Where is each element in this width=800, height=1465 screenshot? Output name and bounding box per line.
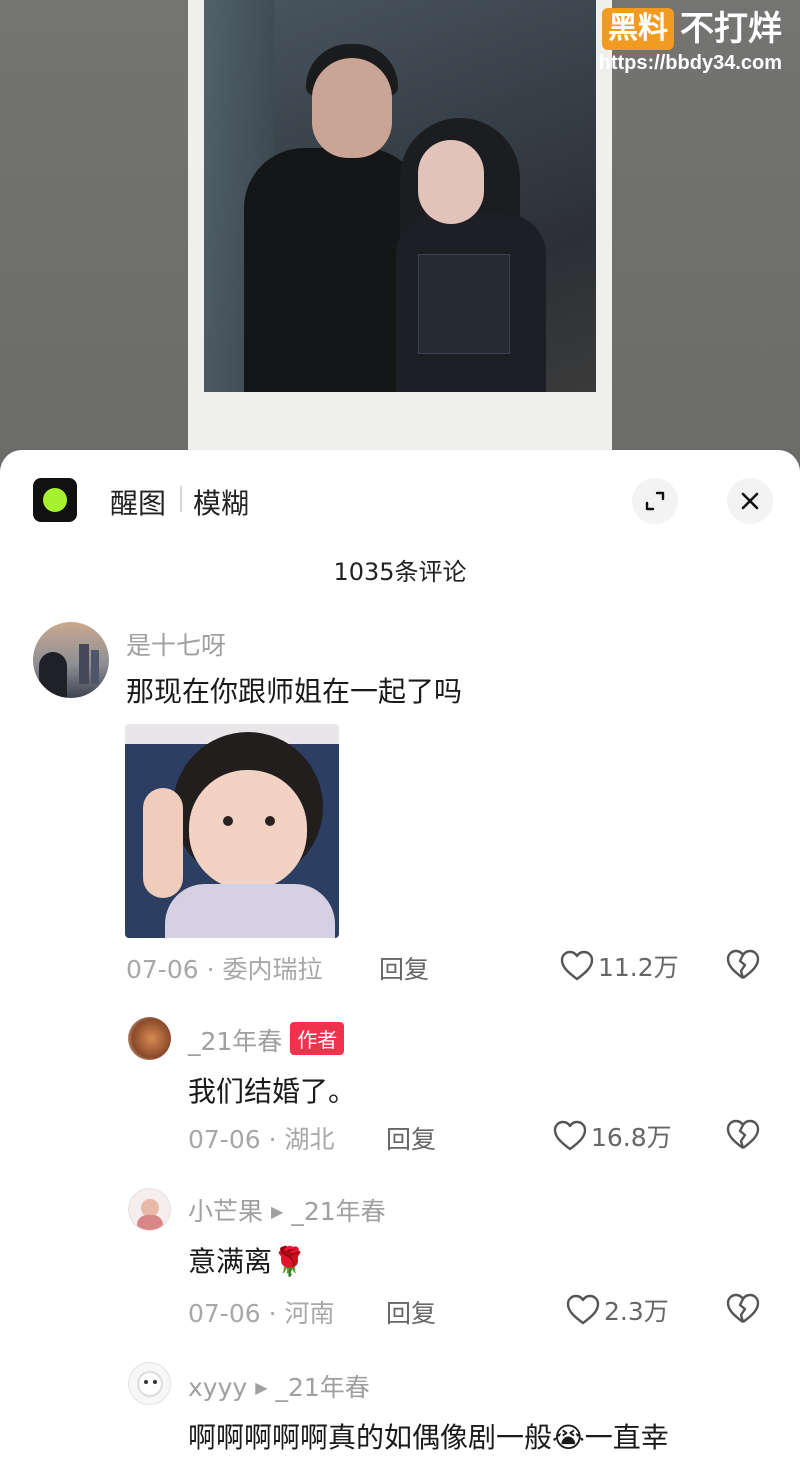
play-arrow-icon: ▶ — [271, 1202, 284, 1221]
comment-text: 意满离🌹 — [188, 1245, 307, 1278]
like-count: 16.8万 — [591, 1123, 672, 1152]
comment-meta: 07-06 · 河南 — [188, 1299, 335, 1328]
reply-button[interactable]: 回复 — [386, 1294, 436, 1330]
comment-sticker-image[interactable] — [125, 724, 339, 938]
sheet-header: 醒图 模糊 — [0, 450, 800, 550]
heart-icon — [560, 950, 594, 981]
reply-button[interactable]: 回复 — [379, 950, 429, 986]
dislike-button[interactable] — [726, 949, 760, 985]
like-button[interactable]: 16.8万 — [553, 1118, 672, 1154]
avatar[interactable] — [33, 622, 109, 698]
comment-sheet: 醒图 模糊 1035条评论 是十七呀 那现在你跟师姐在一起了吗 07-06 · … — [0, 450, 800, 1465]
avatar[interactable] — [128, 1188, 171, 1231]
heart-icon — [566, 1294, 600, 1325]
avatar[interactable] — [128, 1362, 171, 1405]
watermark: 黑料 不打烊 https://bbdy34.com — [599, 8, 782, 75]
comment-username[interactable]: xyyy ▶ _21年春 — [188, 1368, 370, 1404]
dislike-button[interactable] — [726, 1293, 760, 1329]
broken-heart-icon — [726, 1293, 760, 1323]
close-icon — [741, 492, 759, 510]
like-button[interactable]: 2.3万 — [566, 1292, 669, 1328]
like-count: 11.2万 — [598, 953, 679, 982]
comment-username[interactable]: _21年春 作者 — [188, 1022, 345, 1058]
reply-button[interactable]: 回复 — [386, 1120, 436, 1156]
watermark-url: https://bbdy34.com — [598, 52, 782, 74]
like-button[interactable]: 11.2万 — [560, 948, 679, 984]
watermark-brand: 不打烊 — [680, 9, 782, 49]
watermark-tag: 黑料 — [602, 8, 674, 50]
comment-text: 啊啊啊啊啊真的如偶像剧一般😭一直幸 — [188, 1421, 669, 1454]
polaroid-photo — [188, 0, 612, 470]
app-subtitle[interactable]: 模糊 — [193, 482, 249, 522]
couple-photo — [204, 0, 596, 392]
app-name[interactable]: 醒图 — [110, 482, 166, 522]
comment-meta: 07-06 · 委内瑞拉 — [126, 955, 323, 984]
close-button[interactable] — [727, 478, 773, 524]
comment-count: 1035条评论 — [333, 558, 467, 586]
broken-heart-icon — [726, 949, 760, 979]
header-divider — [180, 486, 182, 512]
broken-heart-icon — [726, 1119, 760, 1149]
comment-meta: 07-06 · 湖北 — [188, 1125, 335, 1154]
comment-username[interactable]: 小芒果 ▶ _21年春 — [188, 1192, 386, 1228]
dislike-button[interactable] — [726, 1119, 760, 1155]
expand-button[interactable] — [632, 478, 678, 524]
comment-username[interactable]: 是十七呀 — [126, 626, 226, 662]
author-badge: 作者 — [290, 1022, 345, 1055]
expand-icon — [645, 491, 665, 511]
comment-text: 我们结婚了。 — [188, 1075, 357, 1108]
app-icon[interactable] — [33, 478, 77, 522]
heart-icon — [553, 1120, 587, 1151]
comment-text: 那现在你跟师姐在一起了吗 — [126, 675, 463, 708]
avatar[interactable] — [128, 1017, 171, 1060]
play-arrow-icon: ▶ — [255, 1378, 268, 1397]
like-count: 2.3万 — [604, 1297, 669, 1326]
